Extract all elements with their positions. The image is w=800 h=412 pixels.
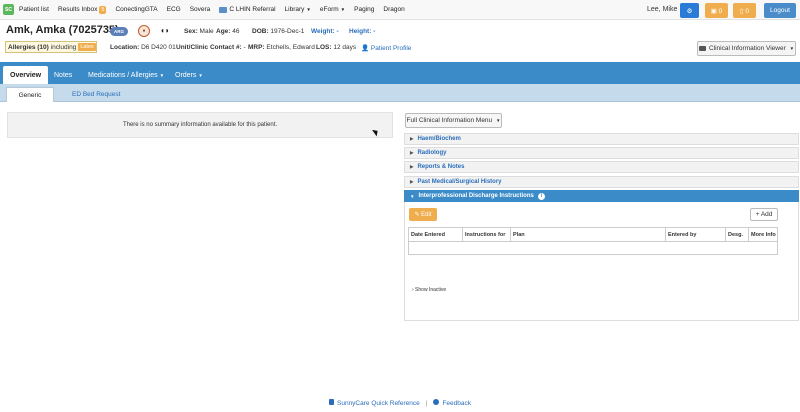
nav-lhin-referral-label: C LHIN Referral [229,6,276,13]
tab-notes[interactable]: Notes [54,66,72,84]
arg-badge[interactable]: ARG [110,27,128,36]
lungs-icon[interactable]: ◖◗ [160,26,170,35]
edit-button[interactable]: ✎ Edit [409,208,437,221]
book-icon [329,399,334,405]
patient-height[interactable]: Height: - [349,28,375,35]
footer-separator: | [425,399,428,407]
footer: SunnyCare Quick Reference | Feedback [0,399,800,407]
patient-sex: Sex: Male [184,28,214,35]
caret-right-icon: ▶ [410,136,414,141]
allergies-box[interactable]: Allergies (10) including Latex [5,41,97,53]
caret-down-icon: ▼ [340,7,346,12]
patient-age: Age: 46 [216,28,240,35]
caret-down-icon: ▼ [306,7,311,12]
col-desg[interactable]: Desg. [725,228,748,242]
nav-eform-label: eForm [319,6,339,13]
patient-name: Amk, Amka (7025735) [6,24,119,36]
nav-eform[interactable]: eForm ▼ [320,6,345,13]
table-header: Date Entered Instructions for Plan Enter… [409,228,777,242]
col-date-entered[interactable]: Date Entered [409,228,462,242]
user-name[interactable]: Lee, Mike [647,6,677,13]
caret-down-icon: ▼ [789,46,795,51]
tab-overview[interactable]: Overview [3,66,49,84]
nav-results-inbox[interactable]: Results Inbox 5 [58,5,107,14]
caret-right-icon: ▶ [410,164,414,169]
discharge-instructions-panel [404,202,799,321]
tab-orders[interactable]: Orders ▼ [175,66,203,84]
logout-button[interactable]: Logout [764,3,796,18]
nav-sovera[interactable]: Sovera [190,6,211,13]
person-icon: 👤 [361,45,370,52]
nav-results-inbox-label: Results Inbox [58,6,98,13]
caret-right-icon: ▶ [410,179,414,184]
caret-down-icon: ▼ [410,193,415,199]
isolation-icon[interactable]: ● [138,25,150,37]
app-logo[interactable]: SC [3,4,14,15]
main-tab-bar: Overview Notes Medications / Allergies ▼ … [0,62,800,84]
nav-patient-list[interactable]: Patient list [19,6,49,13]
col-more-info[interactable]: More Info [748,228,777,242]
discharge-instructions-table: Date Entered Instructions for Plan Enter… [408,227,778,255]
nav-ecg[interactable]: ECG [167,6,181,13]
clinical-info-viewer-button[interactable]: Clinical Information Viewer ▼ [697,41,796,56]
section-haem-biochem[interactable]: ▶ Haem/Biochem [404,133,799,145]
caret-down-icon: ▼ [198,72,203,78]
nav-dragon[interactable]: Dragon [383,6,404,13]
referral-icon [219,6,228,13]
patient-dob: DOB: 1976-Dec-1 [252,28,305,35]
nav-conectinggta[interactable]: ConectingGTA [115,6,157,13]
nav-library-label: Library [284,6,305,13]
nav-lhin-referral[interactable]: C LHIN Referral [219,6,276,13]
alerts-button[interactable]: ▯ 0 [733,3,756,18]
nav-paging[interactable]: Paging [354,6,374,13]
add-button[interactable]: + Add [750,208,778,221]
sub-tab-bar: Generic ED Bed Request [0,84,800,102]
patient-los: LOS: 12 days [316,44,357,51]
edit-icon: ✎ [414,212,420,218]
calendar-button[interactable]: ▣ 0 [705,3,728,18]
col-plan[interactable]: Plan [510,228,665,242]
patient-unit-contact: Unit/Clinic Contact #: - [176,44,246,51]
feedback-link[interactable]: Feedback [433,399,471,407]
col-entered-by[interactable]: Entered by [665,228,725,242]
patient-weight[interactable]: Weight: - [311,28,339,35]
col-instructions-for[interactable]: Instructions for [462,228,510,242]
section-radiology[interactable]: ▶ Radiology [404,147,799,159]
tab-ed-bed-request[interactable]: ED Bed Request [72,87,120,102]
caret-down-icon: ▼ [495,118,501,123]
info-icon[interactable]: i [537,192,545,200]
nav-library[interactable]: Library ▼ [285,6,311,13]
allergies-count: Allergies (10) [8,43,49,51]
settings-button[interactable]: ⚙ [680,3,699,18]
latex-badge: Latex [78,43,96,51]
full-clinical-info-menu-button[interactable]: Full Clinical Information Menu ▼ [405,113,502,128]
summary-message: There is no summary information availabl… [7,112,393,138]
patient-mrp: MRP: Etchells, Edward [248,44,315,51]
tab-medications-allergies[interactable]: Medications / Allergies ▼ [88,66,164,84]
section-past-medical-history[interactable]: ▶ Past Medical/Surgical History [404,176,799,188]
section-discharge-instructions[interactable]: ▼ Interprofessional Discharge Instruction… [404,190,799,202]
patient-location: Location: D6 D420 01 [110,44,176,51]
quick-reference-link[interactable]: SunnyCare Quick Reference [329,399,420,407]
results-count-badge: 5 [99,5,107,14]
show-inactive-link[interactable]: › Show Inactive [412,287,446,293]
briefcase-icon [698,46,706,51]
comment-icon [433,399,440,405]
caret-right-icon: ▶ [410,150,414,155]
caret-down-icon: ▼ [159,72,165,78]
tab-generic[interactable]: Generic [6,87,54,102]
allergies-including: including [50,43,77,51]
section-reports-notes[interactable]: ▶ Reports & Notes [404,161,799,173]
patient-profile-link[interactable]: 👤 Patient Profile [361,44,411,52]
